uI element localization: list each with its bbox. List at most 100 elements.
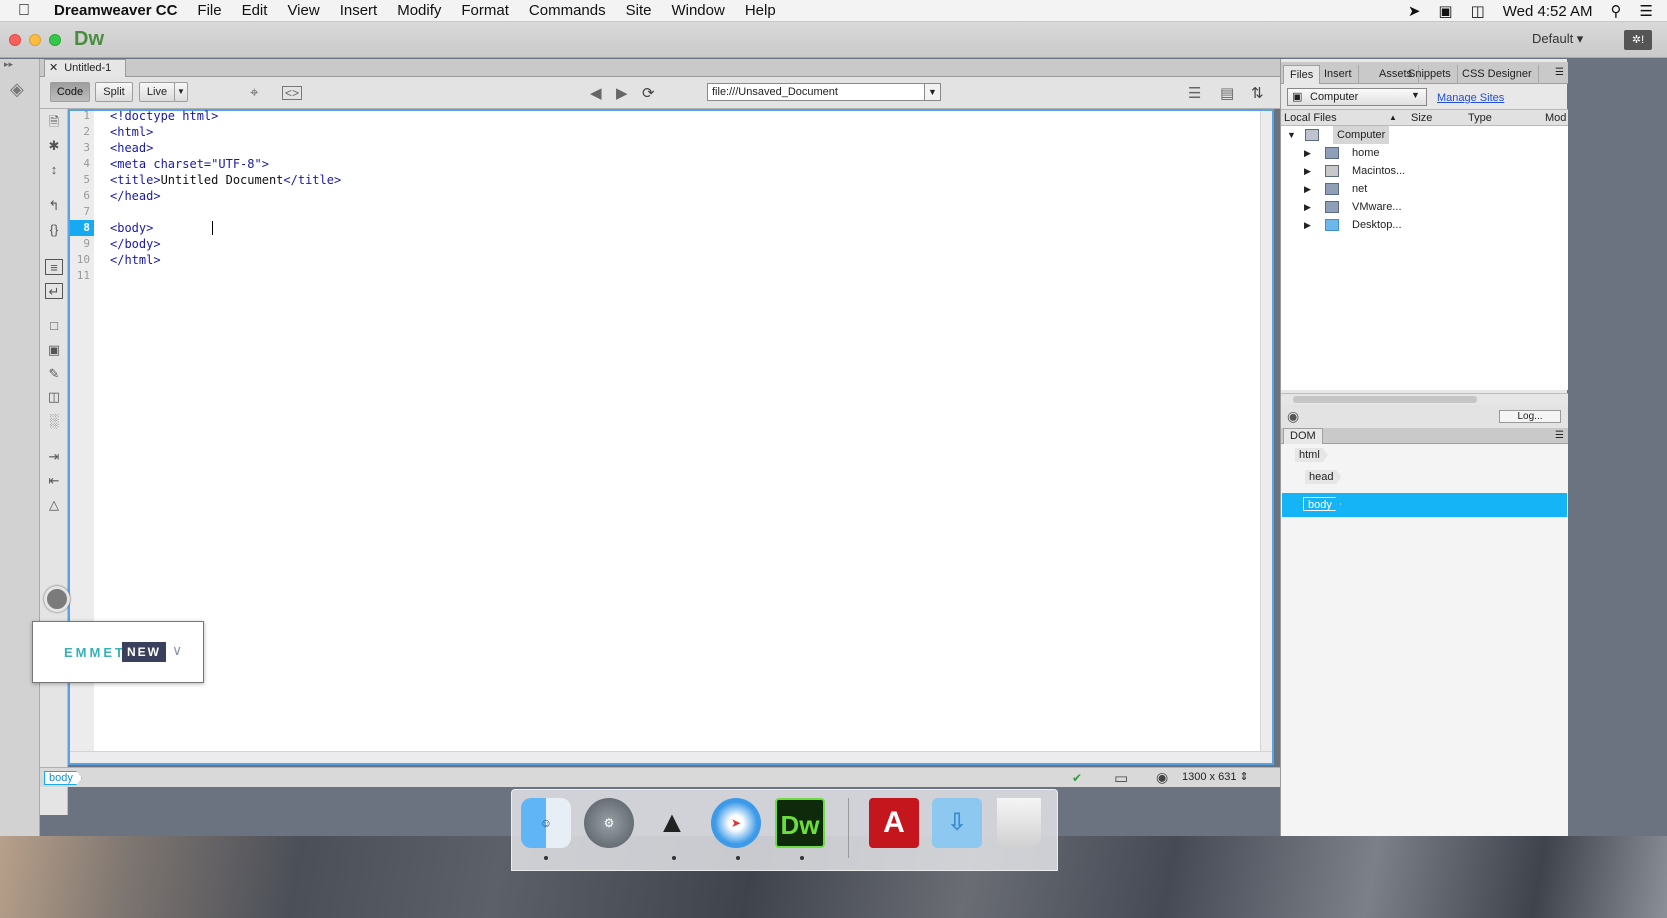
disclosure-expanded-icon[interactable]: ▼ bbox=[1287, 126, 1296, 144]
site-dropdown-arrow-icon[interactable]: ▼ bbox=[1411, 90, 1420, 100]
split-view-button[interactable]: Split bbox=[95, 82, 133, 102]
menu-window[interactable]: Window bbox=[671, 2, 724, 19]
apple-menu-icon[interactable]:  bbox=[18, 2, 38, 20]
scrollbar-thumb[interactable] bbox=[1293, 396, 1477, 403]
zoom-window-button[interactable] bbox=[49, 34, 61, 46]
close-tab-icon[interactable]: ✕ bbox=[49, 62, 58, 74]
recent-snippets-icon[interactable]: ◫ bbox=[45, 389, 63, 405]
no-errors-icon[interactable]: ✔ bbox=[1072, 771, 1082, 785]
cursor-tool-icon[interactable]: ➤ bbox=[1408, 2, 1421, 20]
menu-file[interactable]: File bbox=[197, 2, 221, 19]
document-tab[interactable]: ✕ Untitled-1 bbox=[44, 59, 126, 77]
live-view-button[interactable]: Live bbox=[139, 82, 175, 102]
tab-snippets[interactable]: Snippets bbox=[1402, 65, 1458, 84]
menu-format[interactable]: Format bbox=[461, 2, 509, 19]
tree-item-desktop[interactable]: ▶ Desktop... bbox=[1281, 216, 1568, 234]
format-source-code-icon[interactable]: △ bbox=[45, 497, 63, 513]
column-local-files[interactable]: Local Files bbox=[1284, 112, 1337, 124]
select-parent-tag-icon[interactable]: ↰ bbox=[45, 198, 63, 214]
menu-insert[interactable]: Insert bbox=[340, 2, 378, 19]
preview-in-browser-icon[interactable]: ◉ bbox=[1156, 769, 1168, 786]
chevron-down-icon[interactable]: ∨ bbox=[172, 642, 182, 659]
finder-icon[interactable]: ☺ bbox=[521, 798, 571, 848]
tab-css-designer[interactable]: CSS Designer bbox=[1456, 65, 1539, 84]
spotlight-search-icon[interactable]: ⚲ bbox=[1611, 2, 1622, 20]
downloads-folder-icon[interactable]: ⇩ bbox=[932, 798, 982, 848]
editor-horizontal-scrollbar[interactable] bbox=[70, 751, 1272, 763]
preview-icon[interactable]: <> bbox=[282, 86, 303, 100]
disclosure-collapsed-icon[interactable]: ▶ bbox=[1304, 162, 1311, 180]
menu-edit[interactable]: Edit bbox=[242, 2, 268, 19]
disclosure-collapsed-icon[interactable]: ▶ bbox=[1304, 180, 1311, 198]
dom-node-head[interactable]: head bbox=[1305, 470, 1342, 484]
open-documents-icon[interactable]: 🗎 bbox=[45, 114, 63, 130]
forward-arrow-icon[interactable]: ▶ bbox=[616, 84, 628, 102]
sync-settings-button[interactable]: ✲! bbox=[1624, 30, 1652, 50]
address-dropdown-icon[interactable]: ▼ bbox=[925, 83, 941, 101]
menubar-clock[interactable]: Wed 4:52 AM bbox=[1503, 3, 1593, 20]
close-window-button[interactable] bbox=[9, 34, 21, 46]
insert-panel-icon[interactable]: ◈ bbox=[10, 79, 24, 100]
menu-commands[interactable]: Commands bbox=[529, 2, 606, 19]
tree-item-net[interactable]: ▶ net bbox=[1281, 180, 1568, 198]
log-button[interactable]: Log... bbox=[1499, 410, 1561, 423]
panel-menu-icon[interactable]: ☰ bbox=[1555, 430, 1564, 441]
tag-selector-body[interactable]: body bbox=[44, 771, 82, 785]
window-size-select[interactable]: 1300 x 631 ⇕ bbox=[1182, 770, 1249, 783]
outdent-code-icon[interactable]: ⇤ bbox=[45, 473, 63, 489]
device-preview-icon[interactable]: ▭ bbox=[1114, 769, 1128, 787]
editor-vertical-scrollbar[interactable] bbox=[1260, 111, 1272, 763]
word-wrap-icon[interactable]: ↵ bbox=[45, 283, 63, 299]
collapse-selection-icon[interactable]: ↕ bbox=[45, 162, 63, 178]
menu-modify[interactable]: Modify bbox=[397, 2, 441, 19]
connection-status-icon[interactable]: ◉ bbox=[1287, 408, 1299, 425]
file-management-icon[interactable]: ▤ bbox=[1220, 84, 1234, 102]
system-preferences-icon[interactable]: ⚙ bbox=[584, 798, 634, 848]
tab-dom[interactable]: DOM bbox=[1283, 428, 1323, 444]
manage-sites-link[interactable]: Manage Sites bbox=[1437, 92, 1504, 104]
site-dropdown[interactable]: Computer bbox=[1287, 88, 1427, 106]
dom-node-html[interactable]: html bbox=[1295, 448, 1328, 462]
screenshot-app-icon[interactable]: ▲ bbox=[647, 798, 697, 848]
minimize-window-button[interactable] bbox=[29, 34, 41, 46]
disclosure-collapsed-icon[interactable]: ▶ bbox=[1304, 144, 1311, 162]
notification-center-icon[interactable]: ☰ bbox=[1640, 2, 1653, 20]
safari-icon[interactable]: ➤ bbox=[711, 798, 761, 848]
balance-braces-icon[interactable]: {} bbox=[45, 222, 63, 238]
line-numbers-icon[interactable]: ≡ bbox=[45, 259, 63, 275]
workspace-switcher[interactable]: Default ▾ bbox=[1532, 31, 1583, 47]
wrap-tag-icon[interactable]: ✎ bbox=[45, 366, 63, 382]
tree-item-macintosh[interactable]: ▶ Macintos... bbox=[1281, 162, 1568, 180]
menu-help[interactable]: Help bbox=[745, 2, 776, 19]
refresh-icon[interactable]: ⟳ bbox=[642, 84, 655, 102]
code-view-button[interactable]: Code bbox=[50, 82, 90, 102]
inspect-icon[interactable]: ⌖ bbox=[250, 84, 258, 101]
tree-item-vmware[interactable]: ▶ VMware... bbox=[1281, 198, 1568, 216]
panel-menu-icon[interactable]: ☰ bbox=[1555, 67, 1564, 78]
column-type[interactable]: Type bbox=[1468, 112, 1492, 124]
sort-transfer-icon[interactable]: ⇅ bbox=[1251, 84, 1264, 102]
menu-view[interactable]: View bbox=[287, 2, 319, 19]
emmet-hotspot[interactable] bbox=[44, 586, 70, 612]
live-view-dropdown-icon[interactable]: ▼ bbox=[174, 82, 188, 102]
sort-ascending-icon[interactable]: ▲ bbox=[1389, 113, 1397, 122]
remove-comment-icon[interactable]: ▣ bbox=[45, 342, 63, 358]
dom-node-body[interactable]: body bbox=[1303, 497, 1341, 511]
back-arrow-icon[interactable]: ◀ bbox=[590, 84, 602, 102]
files-horizontal-scrollbar[interactable] bbox=[1281, 393, 1568, 405]
code-editor[interactable]: 1 <!doctype html> 2 <html> 3 <head> 4 <m… bbox=[68, 109, 1274, 765]
expand-panel-icon[interactable]: ▸▸ bbox=[4, 59, 13, 70]
tree-item-home[interactable]: ▶ home bbox=[1281, 144, 1568, 162]
trash-icon[interactable] bbox=[997, 798, 1041, 848]
collapse-full-tag-icon[interactable]: ✱ bbox=[45, 138, 63, 154]
tree-item-computer[interactable]: ▼ Computer bbox=[1281, 126, 1568, 144]
menu-site[interactable]: Site bbox=[626, 2, 652, 19]
address-field[interactable]: file:///Unsaved_Document bbox=[707, 83, 925, 101]
tab-insert[interactable]: Insert bbox=[1318, 65, 1359, 84]
dreamweaver-icon[interactable]: Dw bbox=[775, 798, 825, 848]
move-css-icon[interactable]: ░ bbox=[45, 413, 63, 429]
disclosure-collapsed-icon[interactable]: ▶ bbox=[1304, 216, 1311, 234]
column-size[interactable]: Size bbox=[1411, 112, 1432, 124]
acrobat-icon[interactable]: A bbox=[869, 798, 919, 848]
airplay-icon[interactable]: ▣ bbox=[1438, 2, 1452, 20]
